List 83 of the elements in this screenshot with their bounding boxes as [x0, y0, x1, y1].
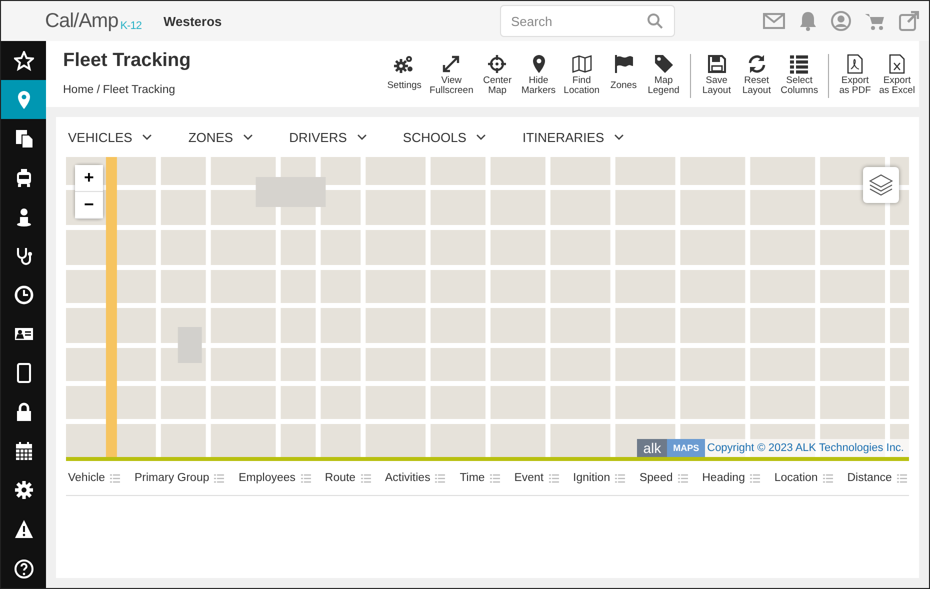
pdf-file-icon — [845, 54, 866, 74]
page-title: Fleet Tracking — [63, 50, 191, 72]
toolbar-button[interactable]: Center Map — [477, 48, 518, 104]
toolbar-button[interactable]: Reset Layout — [736, 48, 777, 104]
list-icon — [822, 474, 833, 482]
star-icon — [14, 50, 34, 71]
map-provider-logo: alk — [637, 439, 668, 457]
toolbar-button[interactable]: Hide Markers — [517, 48, 560, 104]
breadcrumb-item: Fleet Tracking — [102, 84, 176, 96]
layers-icon — [869, 174, 893, 196]
list-icon — [615, 474, 626, 482]
column-header[interactable]: Location — [774, 472, 833, 484]
map-provider-badge: MAPS — [667, 439, 706, 457]
chevron-icon — [614, 134, 624, 140]
refresh-icon — [746, 54, 767, 74]
cart-icon[interactable] — [865, 12, 885, 30]
expand-icon — [441, 54, 462, 74]
zoom-in-button[interactable]: + — [75, 165, 103, 192]
column-header[interactable]: Time — [460, 472, 500, 484]
breadcrumb-separator: / — [96, 84, 100, 96]
category-dropdown-tab[interactable]: ITINERARIES — [520, 130, 626, 144]
docs-icon — [14, 128, 34, 149]
toolbar-button[interactable]: Export as PDF — [835, 48, 876, 104]
list-icon — [435, 474, 446, 482]
user-icon[interactable] — [831, 11, 851, 31]
list-icon — [490, 474, 500, 482]
column-header[interactable]: Vehicle — [68, 472, 120, 484]
toolbar-button[interactable]: Map Legend — [644, 48, 684, 104]
tag-icon — [654, 54, 674, 74]
column-header[interactable]: Heading — [702, 472, 760, 484]
column-header[interactable]: Route — [324, 472, 371, 484]
excel-file-icon — [887, 54, 908, 74]
list-icon — [750, 474, 760, 482]
list-icon — [548, 474, 559, 482]
toolbar-button[interactable]: View Fullscreen — [426, 48, 478, 104]
list-icon — [300, 474, 311, 482]
breadcrumb-item[interactable]: Home — [63, 84, 94, 96]
chevron-icon — [243, 134, 254, 140]
map-icon — [572, 54, 592, 74]
search-field[interactable]: Search — [500, 5, 675, 37]
organization-name: Westeros — [163, 14, 222, 28]
list-icon — [110, 474, 120, 482]
search-icon — [647, 13, 663, 29]
warn-icon — [14, 519, 34, 540]
settings-icon — [14, 480, 34, 500]
clock-icon — [14, 285, 34, 305]
column-header[interactable]: Activities — [384, 472, 446, 484]
category-dropdown-tab[interactable]: SCHOOLS — [400, 130, 488, 144]
column-header[interactable]: Ignition — [573, 472, 626, 484]
mail-icon[interactable] — [763, 13, 785, 29]
category-dropdown-tab[interactable]: DRIVERS — [287, 130, 369, 144]
chevron-icon — [476, 134, 486, 140]
toolbar-button[interactable]: Save Layout — [696, 48, 737, 104]
column-header[interactable]: Speed — [639, 472, 688, 484]
category-dropdown-tab[interactable]: ZONES — [186, 130, 256, 144]
toolbar-button[interactable]: Export as Excel — [875, 48, 919, 104]
chevron-icon — [356, 134, 367, 140]
help-icon — [14, 558, 34, 579]
list-icon — [214, 474, 224, 482]
list-icon — [896, 474, 907, 482]
category-dropdown-tab[interactable]: VEHICLES — [66, 130, 154, 144]
list-icon — [789, 54, 810, 74]
flag-icon — [614, 54, 634, 74]
zoom-out-button[interactable]: − — [75, 192, 103, 219]
toolbar-button[interactable]: Settings — [383, 48, 426, 104]
settings-icon — [394, 54, 414, 74]
bell-icon[interactable] — [799, 11, 817, 31]
map-copyright[interactable]: Copyright © 2023 ALK Technologies Inc. — [705, 442, 909, 454]
list-icon — [678, 474, 688, 482]
chevron-icon — [142, 134, 152, 140]
toolbar-button[interactable]: Zones — [604, 48, 644, 104]
toolbar-button[interactable]: Find Location — [560, 48, 604, 104]
map-layers-button[interactable] — [863, 167, 899, 203]
column-header[interactable]: Event — [514, 472, 559, 484]
column-header[interactable]: Distance — [847, 472, 907, 484]
list-icon — [360, 474, 371, 482]
cal-icon — [14, 441, 34, 462]
map-view[interactable]: + − alk MAPS Copyright © 2023 ALK Technologies Inc. — [66, 157, 909, 457]
toolbar-button[interactable]: Select Columns — [776, 48, 822, 104]
column-header[interactable]: Employees — [238, 472, 311, 484]
external-link-icon[interactable] — [899, 11, 919, 31]
crosshair-icon — [487, 54, 508, 74]
column-header[interactable]: Primary Group — [134, 472, 224, 484]
